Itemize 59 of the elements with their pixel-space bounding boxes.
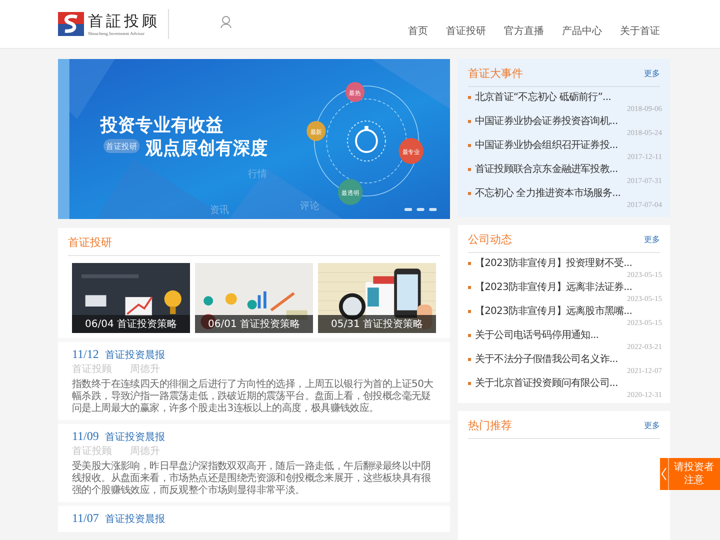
article-date: 11/07 xyxy=(72,511,99,526)
bullet-icon xyxy=(468,120,471,123)
more-link[interactable]: 更多 xyxy=(644,234,660,245)
bullet-icon xyxy=(468,334,471,337)
section-title: 公司动态 xyxy=(468,232,512,247)
news-link[interactable]: 关于北京首证投资顾问有限公司... xyxy=(475,377,662,390)
nav-link[interactable]: 首证投研 xyxy=(446,24,486,38)
banner-word: 行情 xyxy=(248,168,268,180)
logo-text: 首証投顾 xyxy=(88,12,160,31)
article-author: 周德升 xyxy=(130,446,160,458)
article-title[interactable]: 首证投资晨报 xyxy=(104,512,165,527)
news-link[interactable]: 中国证券业协会证券投资咨询机... xyxy=(475,115,662,128)
bullet-icon xyxy=(468,96,471,99)
article-title[interactable]: 首证投资晨报 xyxy=(104,348,165,363)
bullet-icon xyxy=(468,382,471,385)
article-date: 11/09 xyxy=(72,429,99,444)
logo-icon xyxy=(58,12,84,36)
banner-subline: 观点原创有深度 xyxy=(145,138,268,160)
bullet-icon xyxy=(468,262,471,265)
nav-link[interactable]: 产品中心 xyxy=(562,24,602,38)
news-link[interactable]: 【2023防非宣传月】远离非法证券... xyxy=(475,281,662,294)
figure-icon xyxy=(219,15,233,29)
bullet-icon xyxy=(468,310,471,313)
news-link[interactable]: 中国证券业协会组织召开证券投... xyxy=(475,139,662,152)
section-title: 首证投研 xyxy=(68,235,112,250)
banner-word: 资讯 xyxy=(210,204,230,216)
news-link[interactable]: 首证投顾联合京东金融进军投教... xyxy=(475,163,662,176)
news-link[interactable]: 关于不法分子假借我公司名义诈... xyxy=(475,353,662,366)
more-link[interactable]: 更多 xyxy=(644,68,660,79)
nav-link[interactable]: 官方直播 xyxy=(504,24,544,38)
article-title[interactable]: 首证投资晨报 xyxy=(104,430,165,445)
news-link[interactable]: 【2023防非宣传月】远离股市黑嘴... xyxy=(475,305,662,318)
article-summary: 指数终于在连续四天的徘徊之后进行了方向性的选择，上周五以银行为首的上证50大幅杀跌，导致沪指一路震荡走低，跌破近期的震荡平台。盘面上看，创投概念毫无疑问是上周最大的赢家，许多个股走出3连板以上的高度，极具赚钱效应。 xyxy=(72,379,434,415)
thumbnail-caption[interactable]: 06/04 首证投资策略 xyxy=(72,315,190,333)
nav-link[interactable]: 关于首证 xyxy=(620,24,660,38)
bullet-icon xyxy=(468,168,471,171)
banner-tag: 首证投研 xyxy=(104,139,140,153)
nav-link[interactable]: 首页 xyxy=(408,24,428,38)
bullet-icon xyxy=(468,358,471,361)
carousel-dots[interactable] xyxy=(404,208,437,211)
article-summary: 受美股大涨影响，昨日早盘沪深指数双双高开，随后一路走低，午后翻绿最终以中阴线报收。从盘面来看，市场热点还是围绕壳资源和创投概念来展开，这些板块具有很强的个股赚钱效应，而反观整个市场则显得非常平淡。 xyxy=(72,461,432,497)
bullet-icon xyxy=(468,192,471,195)
more-link[interactable]: 更多 xyxy=(644,420,660,431)
section-title: 热门推荐 xyxy=(468,418,512,433)
news-link[interactable]: 【2023防非宣传月】投资理财不受... xyxy=(475,257,662,270)
thumbnail-caption[interactable]: 06/01 首证投资策略 xyxy=(195,315,313,333)
news-link[interactable]: 关于公司电话号码停用通知... xyxy=(475,329,662,342)
banner-word: 评论 xyxy=(300,200,320,212)
article-author: 周德升 xyxy=(130,364,160,376)
article-date: 11/12 xyxy=(72,347,99,362)
news-link[interactable]: 北京首证“不忘初心 砥砺前行”... xyxy=(475,91,662,104)
bullet-icon xyxy=(468,286,471,289)
thumbnail-caption[interactable]: 05/31 首证投资策略 xyxy=(318,315,436,333)
news-link[interactable]: 不忘初心 全力推进资本市场服务... xyxy=(475,187,662,200)
article-source: 首证投顾 xyxy=(72,364,112,376)
banner-headline: 投资专业有收益 xyxy=(100,116,224,136)
section-title: 首证大事件 xyxy=(468,66,523,81)
article-source: 首证投顾 xyxy=(72,446,112,458)
bullet-icon xyxy=(468,144,471,147)
